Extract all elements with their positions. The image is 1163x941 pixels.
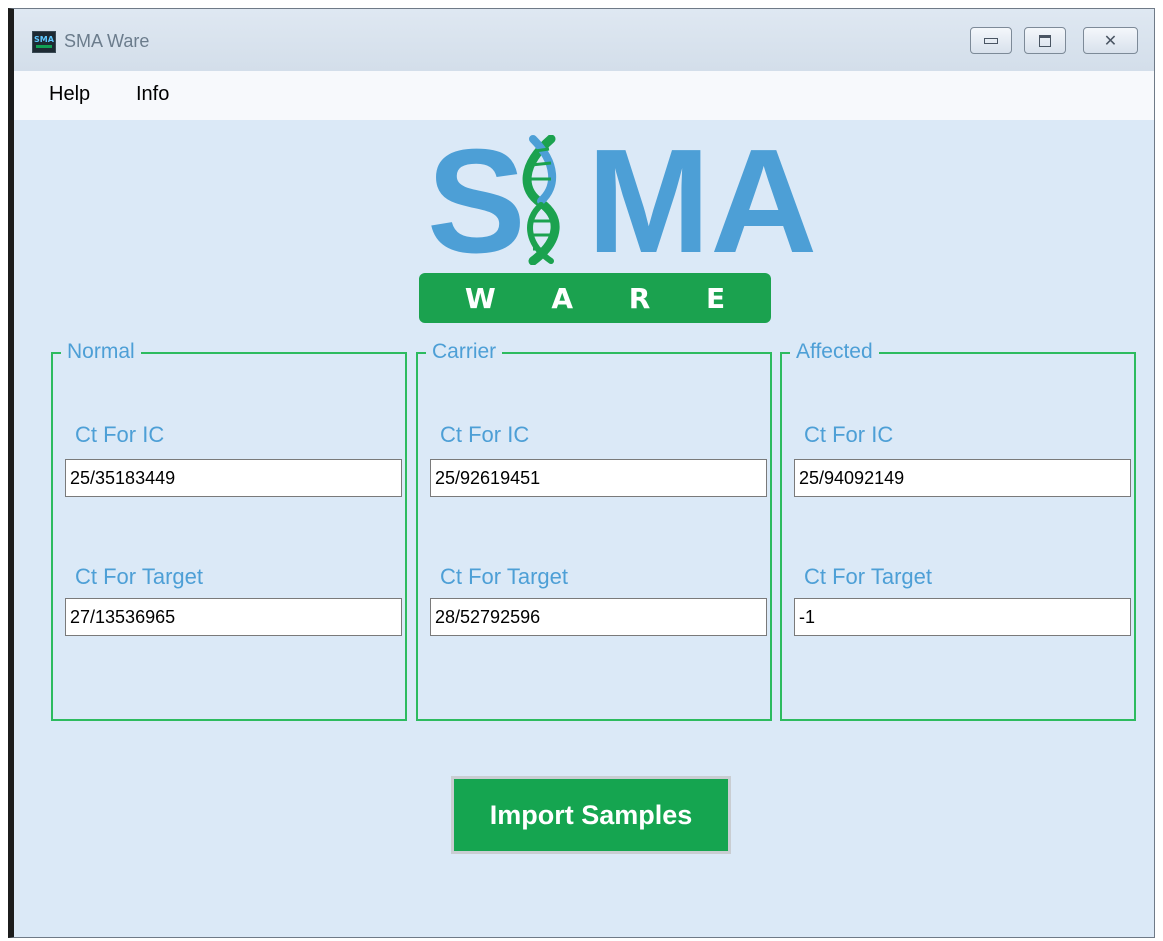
close-icon: ✕ bbox=[1103, 31, 1118, 50]
dna-helix-icon bbox=[522, 135, 560, 265]
normal-ct-ic-input[interactable] bbox=[65, 459, 402, 497]
maximize-icon bbox=[1039, 34, 1051, 47]
ware-letter: W bbox=[464, 281, 496, 315]
app-icon-text: SMA bbox=[34, 35, 54, 44]
close-button[interactable]: ✕ bbox=[1083, 27, 1138, 54]
carrier-ct-ic-input[interactable] bbox=[430, 459, 767, 497]
sma-app-icon[interactable]: SMA bbox=[32, 31, 56, 53]
ct-ic-label: Ct For IC bbox=[75, 422, 165, 447]
group-title: Affected bbox=[790, 340, 879, 364]
title-bar[interactable]: SMA SMA Ware ✕ bbox=[14, 9, 1154, 71]
logo-letters-ma: MA bbox=[587, 119, 818, 284]
ct-target-label: Ct For Target bbox=[804, 564, 932, 589]
affected-ct-target-input[interactable] bbox=[794, 598, 1131, 636]
ct-ic-label: Ct For IC bbox=[440, 422, 530, 447]
logo-ware-banner: W A R E bbox=[419, 273, 771, 323]
import-samples-button[interactable]: Import Samples bbox=[451, 776, 731, 854]
menu-bar: Help Info bbox=[14, 71, 1154, 120]
group-frame bbox=[51, 352, 407, 721]
minimize-button[interactable] bbox=[970, 27, 1012, 54]
menu-help[interactable]: Help bbox=[49, 83, 90, 106]
ct-target-label: Ct For Target bbox=[75, 564, 203, 589]
group-frame bbox=[416, 352, 772, 721]
minimize-icon bbox=[984, 37, 998, 44]
carrier-ct-target-input[interactable] bbox=[430, 598, 767, 636]
group-normal: Normal Ct For IC Ct For Target bbox=[51, 340, 407, 721]
sma-ware-logo: S MA W A R E bbox=[419, 127, 817, 327]
app-window: SMA SMA Ware ✕ Help Info S MA W A R E No… bbox=[8, 8, 1155, 938]
normal-ct-target-input[interactable] bbox=[65, 598, 402, 636]
group-affected: Affected Ct For IC Ct For Target bbox=[780, 340, 1136, 721]
ct-ic-label: Ct For IC bbox=[804, 422, 894, 447]
ware-letter: A bbox=[551, 281, 574, 315]
menu-info[interactable]: Info bbox=[136, 83, 169, 106]
maximize-button[interactable] bbox=[1024, 27, 1066, 54]
app-icon-stripe bbox=[36, 45, 52, 48]
ware-letter: E bbox=[705, 281, 726, 315]
ware-letter: R bbox=[628, 281, 651, 315]
window-title: SMA Ware bbox=[64, 31, 150, 51]
group-title: Normal bbox=[61, 340, 141, 364]
group-carrier: Carrier Ct For IC Ct For Target bbox=[416, 340, 772, 721]
group-title: Carrier bbox=[426, 340, 503, 364]
group-frame bbox=[780, 352, 1136, 721]
ct-target-label: Ct For Target bbox=[440, 564, 568, 589]
affected-ct-ic-input[interactable] bbox=[794, 459, 1131, 497]
